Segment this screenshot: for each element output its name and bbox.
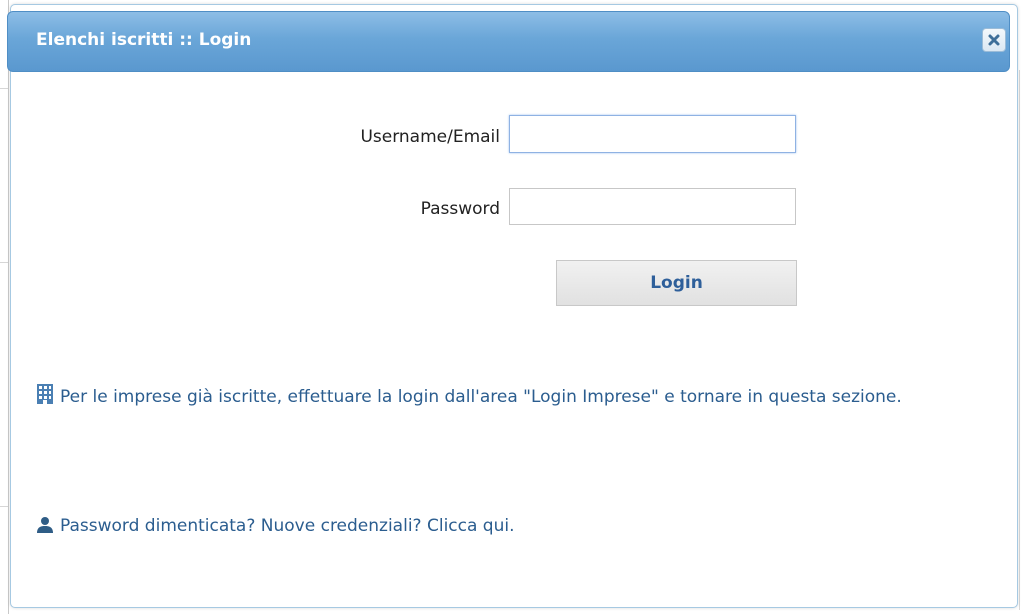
dialog-title: Elenchi iscritti :: Login [36, 30, 252, 50]
background-divider [8, 0, 9, 614]
password-label: Password [420, 199, 500, 219]
dialog-titlebar[interactable]: Elenchi iscritti :: Login [7, 11, 1010, 72]
close-button[interactable] [982, 28, 1006, 52]
close-icon [987, 33, 1001, 47]
background-divider [0, 506, 8, 507]
password-recovery-text[interactable]: Password dimenticata? Nuove credenziali?… [60, 516, 515, 536]
background-divider [0, 88, 8, 89]
password-recovery-link[interactable]: Password dimenticata? Nuove credenziali?… [36, 513, 515, 542]
background-divider [0, 262, 8, 263]
info-text: Per le imprese già iscritte, effettuare … [60, 387, 902, 407]
username-label: Username/Email [360, 127, 500, 147]
building-icon [36, 383, 54, 415]
password-input[interactable] [509, 188, 796, 225]
background-divider [1019, 70, 1020, 610]
username-input[interactable] [509, 115, 796, 153]
info-message: Per le imprese già iscritte, effettuare … [36, 383, 936, 415]
user-icon [36, 516, 54, 542]
login-button[interactable]: Login [556, 260, 797, 306]
